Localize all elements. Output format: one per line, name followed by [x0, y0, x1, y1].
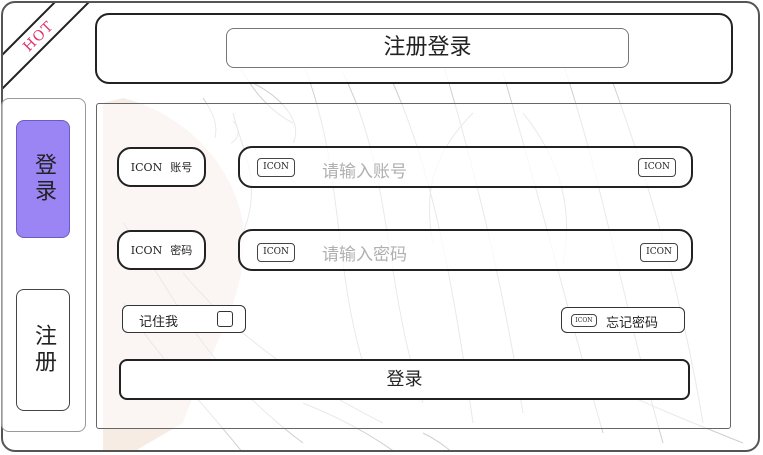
account-label-box: ICON 账号 — [117, 147, 206, 187]
password-left-icon: ICON — [257, 243, 295, 262]
tab-register[interactable]: 注册 — [16, 289, 70, 411]
forgot-password-link[interactable]: ICON 忘记密码 — [561, 307, 685, 333]
account-label: 账号 — [170, 161, 193, 174]
forgot-password-icon: ICON — [571, 314, 597, 327]
account-input[interactable]: ICON 请输入账号 ICON — [238, 146, 693, 188]
account-placeholder: 请输入账号 — [322, 162, 407, 182]
remember-me-checkbox[interactable] — [217, 311, 233, 327]
account-icon: ICON — [130, 160, 163, 174]
hot-badge: HOT — [3, 3, 91, 91]
password-label-box: ICON 密码 — [117, 230, 206, 270]
password-icon: ICON — [130, 243, 163, 257]
tab-login[interactable]: 登录 — [16, 120, 70, 238]
password-right-icon[interactable]: ICON — [640, 243, 678, 262]
hot-ribbon: HOT — [3, 3, 91, 91]
account-right-icon[interactable]: ICON — [638, 158, 676, 177]
password-label: 密码 — [170, 244, 193, 257]
remember-me-label: 记住我 — [139, 315, 179, 330]
page-title: 注册登录 — [226, 28, 629, 68]
password-placeholder: 请输入密码 — [322, 245, 407, 265]
remember-me-option[interactable]: 记住我 — [122, 305, 246, 333]
hot-badge-text: HOT — [20, 18, 58, 56]
account-left-icon: ICON — [257, 158, 295, 177]
login-button[interactable]: 登录 — [119, 359, 690, 400]
password-input[interactable]: ICON 请输入密码 ICON — [238, 229, 693, 271]
forgot-password-label: 忘记密码 — [606, 316, 659, 331]
